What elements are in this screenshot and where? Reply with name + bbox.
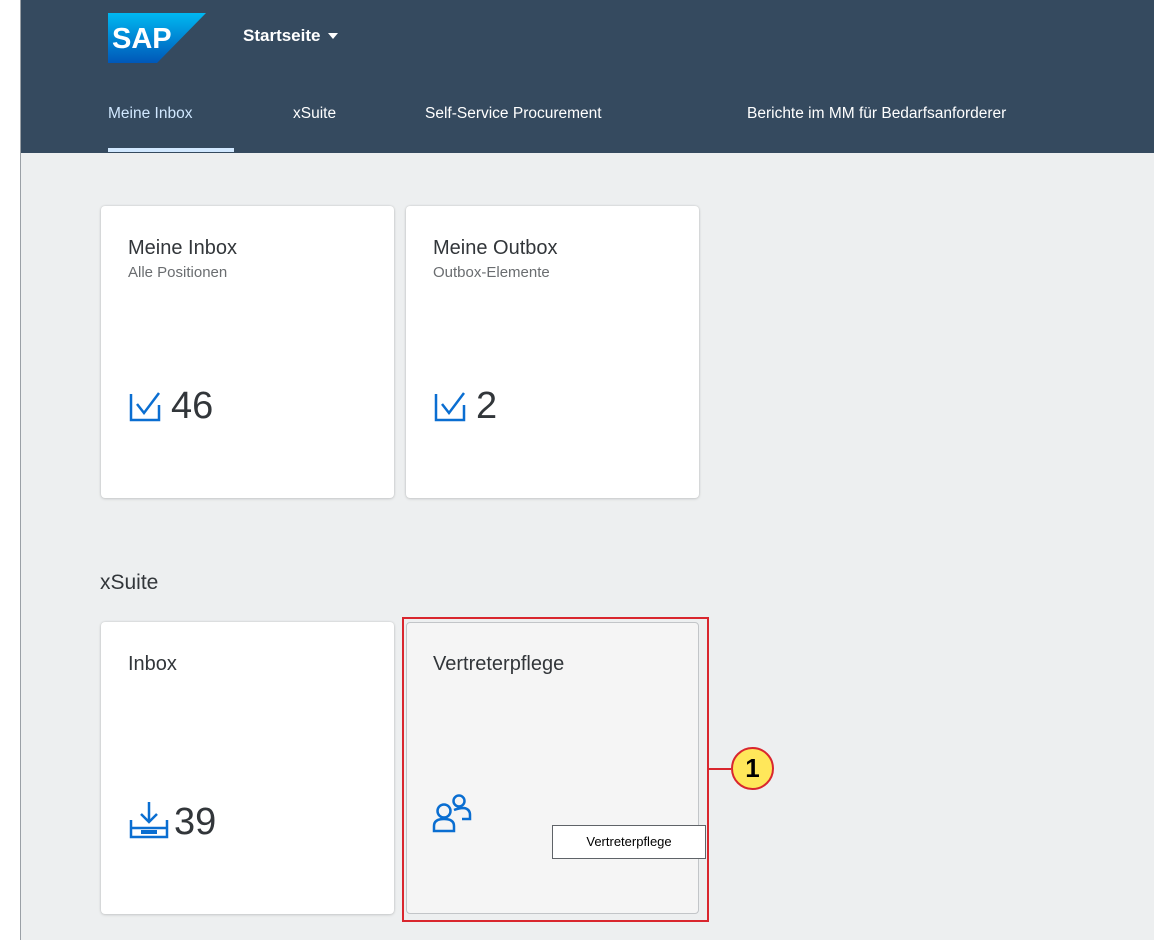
- annotation-connector: [709, 768, 731, 770]
- sap-logo-text: SAP: [112, 23, 172, 55]
- tile-count: 46: [171, 385, 214, 427]
- tile-meine-inbox[interactable]: Meine Inbox Alle Positionen 46: [101, 206, 394, 498]
- tile-xsuite-inbox[interactable]: Inbox 39: [101, 622, 394, 914]
- task-check-icon: [129, 392, 161, 422]
- tile-title: Meine Inbox: [128, 237, 237, 259]
- tab-meine-inbox[interactable]: Meine Inbox: [108, 103, 192, 125]
- tab-berichte[interactable]: Berichte im MM für Bedarfsanforderer: [747, 103, 1006, 125]
- home-title-label: Startseite: [243, 26, 321, 45]
- inbox-download-icon: [129, 802, 169, 839]
- active-tab-indicator: [108, 148, 234, 152]
- group-title-xsuite: xSuite: [100, 571, 159, 594]
- tile-subtitle: Alle Positionen: [128, 264, 228, 281]
- tile-title: Meine Outbox: [433, 237, 558, 259]
- tile-meine-outbox[interactable]: Meine Outbox Outbox-Elemente 2: [406, 206, 699, 498]
- browser-frame: SAP Startseite Meine Inbox xSuite Self-S…: [0, 0, 1154, 940]
- annotation-highlight-box: [402, 617, 709, 922]
- tab-self-service-procurement[interactable]: Self-Service Procurement: [425, 103, 602, 125]
- tab-xsuite[interactable]: xSuite: [293, 103, 336, 125]
- dropdown-caret-icon: [328, 33, 339, 39]
- tile-count: 2: [476, 385, 498, 427]
- annotation-callout-badge: 1: [731, 747, 774, 790]
- sap-logo[interactable]: SAP: [108, 13, 206, 63]
- task-check-icon: [434, 392, 466, 422]
- tile-title: Inbox: [128, 653, 177, 675]
- home-title-menu[interactable]: Startseite: [243, 24, 339, 48]
- tile-count: 39: [174, 801, 217, 843]
- tile-subtitle: Outbox-Elemente: [433, 264, 550, 281]
